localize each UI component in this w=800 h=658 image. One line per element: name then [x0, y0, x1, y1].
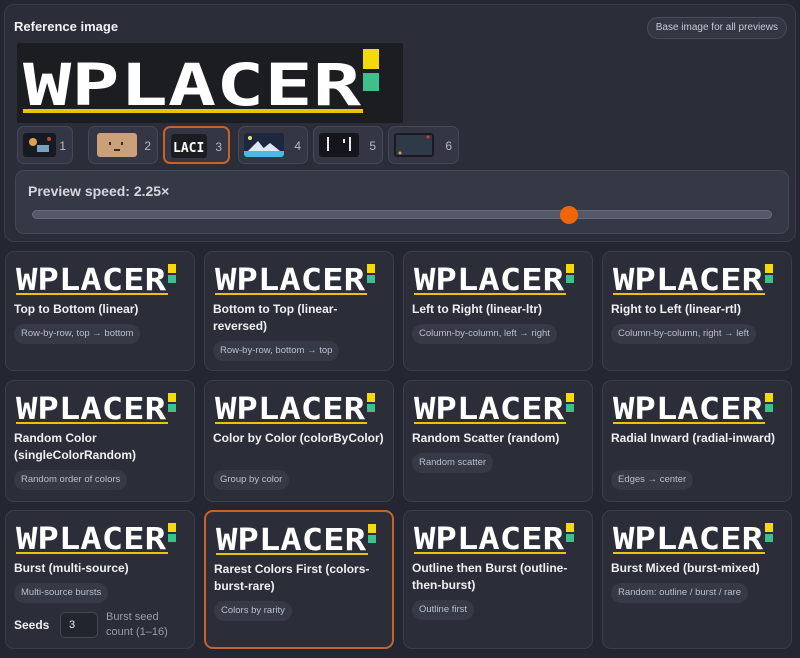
speed-slider-track[interactable] — [32, 210, 772, 219]
svg-text:WPLACER: WPLACER — [613, 522, 764, 557]
mode-title: Color by Color (colorByColor) — [213, 431, 384, 445]
mode-preview-image: WPLACER — [213, 262, 385, 298]
mode-title: Rarest Colors First (colors-burst-rare) — [214, 562, 370, 593]
mode-card-random-scatter[interactable]: WPLACER Random Scatter (random) Random sca… — [403, 380, 593, 502]
thumbnail-3[interactable]: LACI 3 — [163, 126, 230, 164]
mode-preview-image: WPLACER — [412, 391, 584, 427]
mode-description: Random order of colors — [14, 470, 128, 490]
reference-image: WPLACER — [17, 43, 403, 123]
mode-card-top-to-bottom[interactable]: WPLACER Top to Bottom (linear) Row-by-row,… — [5, 251, 195, 371]
mode-card-outline-then-burst[interactable]: WPLACER Outline then Burst (outline-then-… — [403, 510, 593, 649]
mode-preview-image: WPLACER — [412, 521, 584, 557]
mode-preview-image: WPLACER — [611, 391, 783, 427]
svg-text:WPLACER: WPLACER — [16, 263, 167, 298]
mode-title: Burst Mixed (burst-mixed) — [611, 561, 760, 575]
mode-description: Row-by-row, top → bottom — [14, 324, 141, 344]
mode-description: Column-by-column, right → left — [611, 324, 756, 344]
mode-description: Edges → center — [611, 470, 694, 490]
svg-text:WPLACER: WPLACER — [215, 392, 366, 427]
mode-title: Outline then Burst (outline-then-burst) — [412, 561, 568, 592]
wplacer-logo: WPLACER — [23, 49, 379, 119]
mode-description: Random scatter — [412, 453, 494, 473]
svg-text:WPLACER: WPLACER — [16, 522, 167, 557]
landscape-icon — [244, 133, 284, 157]
mode-preview-image: WPLACER — [214, 522, 386, 558]
mode-description: Column-by-column, left → right — [412, 324, 557, 344]
dark-pattern-icon — [319, 133, 359, 157]
thumbnail-number: 1 — [59, 139, 66, 153]
mode-preview-image: WPLACER — [14, 391, 186, 427]
mode-card-burst[interactable]: WPLACER Burst (multi-source) Multi-source … — [5, 510, 195, 649]
mode-description: Outline first — [412, 600, 475, 620]
mode-card-random-color[interactable]: WPLACER Random Color (singleColorRandom) R… — [5, 380, 195, 502]
face-icon — [97, 133, 137, 157]
mode-title: Left to Right (linear-ltr) — [412, 302, 542, 316]
thumbnail-number: 6 — [445, 139, 452, 153]
thumbnail-5[interactable]: 5 — [313, 126, 383, 164]
svg-text:WPLACER: WPLACER — [414, 263, 565, 298]
svg-text:LACI: LACI — [173, 141, 204, 156]
mode-preview-image: WPLACER — [611, 262, 783, 298]
base-image-badge: Base image for all previews — [646, 17, 787, 39]
mode-title: Bottom to Top (linear-reversed) — [213, 302, 338, 333]
wplacer-logo-icon: LACI — [171, 134, 207, 158]
mode-title: Burst (multi-source) — [14, 561, 129, 575]
svg-text:WPLACER: WPLACER — [23, 51, 361, 119]
mode-card-color-by-color[interactable]: WPLACER Color by Color (colorByColor) Grou… — [204, 380, 394, 502]
dark-frame-icon — [394, 133, 434, 157]
mode-card-rarest-colors-first[interactable]: WPLACER Rarest Colors First (colors-burst… — [204, 510, 394, 649]
mode-card-radial-inward[interactable]: WPLACER Radial Inward (radial-inward) Edge… — [602, 380, 792, 502]
preview-speed-label: Preview speed: 2.25× — [28, 183, 170, 199]
speed-slider-thumb[interactable] — [559, 206, 578, 224]
thumbnail-2[interactable]: 2 — [88, 126, 158, 164]
mode-title: Top to Bottom (linear) — [14, 302, 139, 316]
svg-text:WPLACER: WPLACER — [16, 392, 167, 427]
svg-text:WPLACER: WPLACER — [216, 523, 367, 558]
reference-panel: Reference image Base image for all previ… — [4, 4, 796, 242]
svg-text:WPLACER: WPLACER — [613, 263, 764, 298]
thumbnail-number: 4 — [294, 139, 301, 153]
mode-preview-image: WPLACER — [14, 521, 186, 557]
mode-title: Right to Left (linear-rtl) — [611, 302, 741, 316]
mode-description: Colors by rarity — [214, 601, 292, 621]
mode-card-right-to-left[interactable]: WPLACER Right to Left (linear-rtl) Column-… — [602, 251, 792, 371]
mode-title: Radial Inward (radial-inward) — [611, 431, 776, 445]
mode-preview-image: WPLACER — [14, 262, 186, 298]
mode-card-bottom-to-top[interactable]: WPLACER Bottom to Top (linear-reversed) Ro… — [204, 251, 394, 371]
mode-title: Random Color (singleColorRandom) — [14, 431, 136, 462]
mode-preview-image: WPLACER — [611, 521, 783, 557]
burst-seed-input[interactable] — [60, 612, 98, 638]
mode-description: Random: outline / burst / rare — [611, 583, 749, 603]
svg-text:WPLACER: WPLACER — [613, 392, 764, 427]
space-scene-icon — [23, 133, 56, 157]
svg-text:WPLACER: WPLACER — [414, 392, 565, 427]
mode-title: Random Scatter (random) — [412, 431, 560, 445]
thumbnail-number: 3 — [215, 140, 222, 154]
thumbnail-1[interactable]: 1 — [17, 126, 73, 164]
thumbnail-number: 2 — [144, 139, 151, 153]
mode-description: Group by color — [213, 470, 290, 490]
thumbnail-number: 5 — [369, 139, 376, 153]
burst-seed-help: Burst seed count (1–16) — [106, 611, 168, 638]
mode-card-left-to-right[interactable]: WPLACER Left to Right (linear-ltr) Column-… — [403, 251, 593, 371]
thumbnail-4[interactable]: 4 — [238, 126, 308, 164]
reference-title: Reference image — [14, 19, 119, 34]
svg-text:WPLACER: WPLACER — [215, 263, 366, 298]
mode-description: Row-by-row, bottom → top — [213, 341, 340, 361]
mode-preview-image: WPLACER — [213, 391, 385, 427]
mode-description: Multi-source bursts — [14, 583, 109, 603]
svg-text:WPLACER: WPLACER — [414, 522, 565, 557]
seeds-label: Seeds — [14, 618, 50, 632]
mode-preview-image: WPLACER — [412, 262, 584, 298]
preview-speed-control: Preview speed: 2.25× — [15, 170, 789, 234]
thumbnail-6[interactable]: 6 — [388, 126, 459, 164]
mode-card-burst-mixed[interactable]: WPLACER Burst Mixed (burst-mixed) Random: … — [602, 510, 792, 649]
